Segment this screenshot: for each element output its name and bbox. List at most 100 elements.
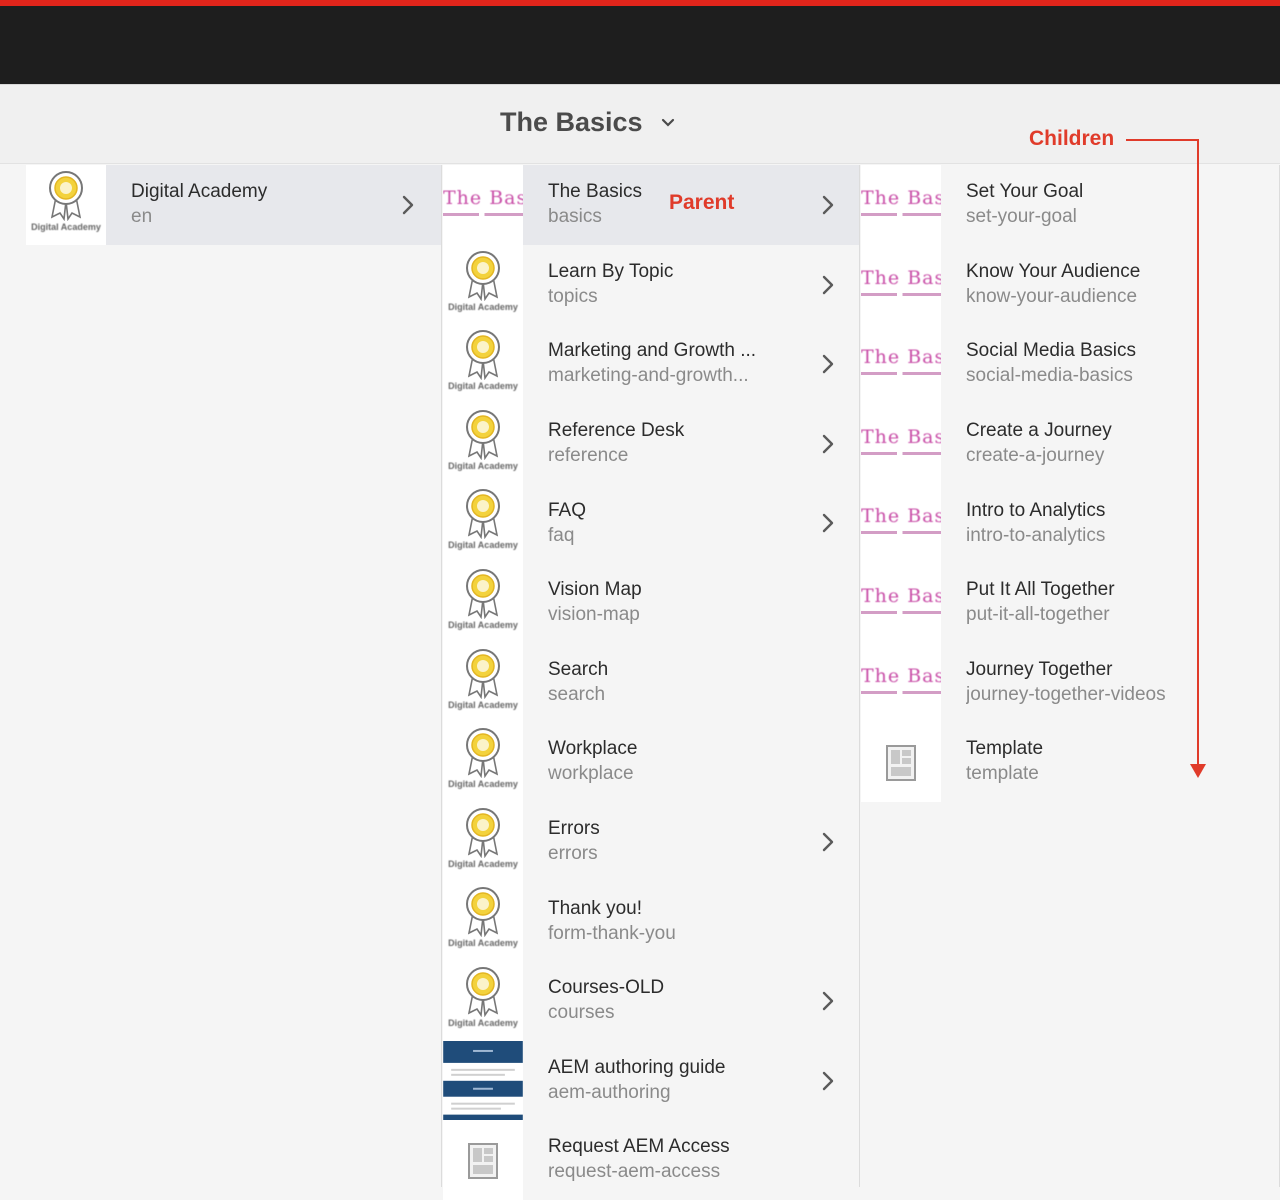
list-item-intro-to-analytics[interactable]: The BasicsIntro to Analyticsintro-to-ana… (861, 483, 1279, 563)
item-text: Journey Together journey-together-videos (941, 643, 1279, 723)
parent-annotation: Parent (669, 191, 735, 214)
list-item-errors[interactable]: Digital Academy Errors errors (443, 801, 859, 882)
thumbnail-graphic: The Basics (861, 426, 941, 455)
item-text: Learn By Topic topics (523, 245, 859, 325)
document-preview-icon (443, 1040, 523, 1121)
list-item-form-thank-you[interactable]: Digital Academy Thank you! form-thank-you (443, 881, 859, 961)
item-text: Vision Map vision-map (523, 563, 859, 643)
chevron-right-icon[interactable] (821, 193, 835, 217)
list-item-create-a-journey[interactable]: The BasicsCreate a Journeycreate-a-journ… (861, 403, 1279, 484)
chevron-right-icon[interactable] (821, 1069, 835, 1093)
column-root: Digital Academy Digital Academy en (26, 165, 442, 1187)
award-badge-icon (466, 966, 500, 1017)
thumbnail-rule (861, 213, 941, 216)
list-item-put-it-all-together[interactable]: The BasicsPut It All Togetherput-it-all-… (861, 562, 1279, 643)
item-text: Social Media Basics social-media-basics (941, 324, 1279, 404)
thumbnail-label: Digital Academy (448, 619, 518, 630)
thumbnail-label: Digital Academy (448, 938, 518, 949)
thumbnail-rule (861, 531, 941, 535)
list-item-vision-map[interactable]: Digital Academy Vision Map vision-map (443, 562, 859, 643)
award-badge-icon (466, 728, 500, 779)
page-thumbnail: The Basics (861, 483, 941, 563)
chevron-down-icon[interactable] (661, 118, 675, 128)
chevron-right-icon[interactable] (821, 830, 835, 854)
award-badge-icon (466, 887, 500, 938)
list-item-courses[interactable]: Digital Academy Courses-OLD courses (443, 960, 859, 1041)
list-item-set-your-goal[interactable]: The BasicsSet Your Goalset-your-goal (861, 165, 1279, 245)
thumbnail-label: Digital Academy (448, 858, 518, 869)
page-thumbnail: Digital Academy (443, 324, 523, 404)
item-text: Errors errors (523, 802, 859, 882)
item-text: Create a Journey create-a-journey (941, 404, 1279, 484)
list-item-know-your-audience[interactable]: The BasicsKnow Your Audienceknow-your-au… (861, 244, 1279, 325)
page-thumbnail: Digital Academy (443, 960, 523, 1041)
thumbnail-label: Digital Academy (448, 540, 518, 551)
item-name: search (548, 683, 606, 705)
item-text: Thank you! form-thank-you (523, 881, 859, 961)
page-thumbnail: The Basics (443, 165, 523, 245)
list-item-faq[interactable]: Digital Academy FAQ faq (443, 483, 859, 563)
thumbnail-graphic: The Basics (861, 187, 941, 216)
thumbnail-rule (861, 610, 941, 614)
item-title: Thank you! (548, 897, 642, 919)
item-title: Workplace (548, 738, 638, 760)
item-text: Intro to Analytics intro-to-analytics (941, 483, 1279, 563)
chevron-right-icon[interactable] (821, 432, 835, 456)
thumbnail-label: The Basics (443, 187, 523, 209)
list-item-reference[interactable]: Digital Academy Reference Desk reference (443, 403, 859, 484)
item-text: Put It All Together put-it-all-together (941, 563, 1279, 643)
thumbnail-rule (861, 372, 941, 376)
chevron-right-icon[interactable] (821, 273, 835, 297)
page-thumbnail (443, 1040, 523, 1121)
chevron-right-icon[interactable] (821, 352, 835, 376)
thumbnail-label: Digital Academy (448, 699, 518, 710)
list-item-social-media-basics[interactable]: The BasicsSocial Media Basicssocial-medi… (861, 324, 1279, 404)
item-text: AEM authoring guide aem-authoring (523, 1041, 859, 1121)
item-title: Vision Map (548, 579, 642, 601)
list-item-aem-authoring[interactable]: AEM authoring guide aem-authoring (443, 1040, 859, 1121)
chevron-right-icon[interactable] (821, 989, 835, 1013)
item-name: marketing-and-growth... (548, 365, 749, 387)
left-gutter (0, 165, 26, 1187)
page-thumbnail: Digital Academy (443, 722, 523, 802)
thumbnail-graphic: The Basics (861, 585, 941, 614)
page-thumbnail: Digital Academy (443, 562, 523, 643)
page-template-icon (886, 745, 916, 782)
page-thumbnail: Digital Academy (443, 403, 523, 484)
award-badge-icon (466, 568, 500, 619)
list-item-en[interactable]: Digital Academy Digital Academy en (26, 165, 441, 245)
item-title: Reference Desk (548, 420, 685, 442)
item-name: topics (548, 285, 598, 307)
thumbnail-graphic: The Basics (861, 665, 941, 694)
list-item-marketing-and-growth[interactable]: Digital Academy Marketing and Growth ... m… (443, 324, 859, 404)
item-title: The Basics (548, 181, 642, 203)
page-title: The Basics (500, 107, 643, 137)
list-item-topics[interactable]: Digital Academy Learn By Topic topics (443, 244, 859, 325)
item-name: vision-map (548, 604, 640, 626)
title-dropdown[interactable]: The Basics (500, 107, 675, 138)
thumbnail-rule (861, 690, 941, 694)
chevron-right-icon[interactable] (401, 193, 415, 217)
thumbnail-graphic: The Basics (861, 346, 941, 376)
page-thumbnail: The Basics (861, 244, 941, 325)
list-item-search[interactable]: Digital Academy Search search (443, 642, 859, 723)
list-item-workplace[interactable]: Digital Academy Workplace workplace (443, 722, 859, 802)
page-thumbnail (861, 722, 941, 802)
thumbnail-label: Digital Academy (448, 381, 518, 392)
item-text: Digital Academy en (106, 165, 441, 245)
chevron-right-icon[interactable] (821, 511, 835, 535)
award-badge-icon (466, 648, 500, 699)
list-item-journey-together-videos[interactable]: The BasicsJourney Togetherjourney-togeth… (861, 642, 1279, 723)
item-title: FAQ (548, 499, 587, 521)
thumbnail-label: The Basics (861, 584, 941, 607)
item-title: Digital Academy (131, 181, 268, 203)
item-name: en (131, 206, 153, 228)
thumbnail-label: The Basics (861, 266, 941, 289)
list-item-basics[interactable]: The Basics The Basics basics (443, 165, 859, 245)
list-item-request-aem-access[interactable]: Request AEM Access request-aem-access (443, 1120, 859, 1200)
award-badge-icon (49, 171, 83, 221)
list-item-template[interactable]: Template template (861, 722, 1279, 802)
award-badge-icon (466, 250, 500, 301)
thumbnail-label: Digital Academy (448, 1017, 518, 1028)
item-name: form-thank-you (548, 922, 676, 944)
